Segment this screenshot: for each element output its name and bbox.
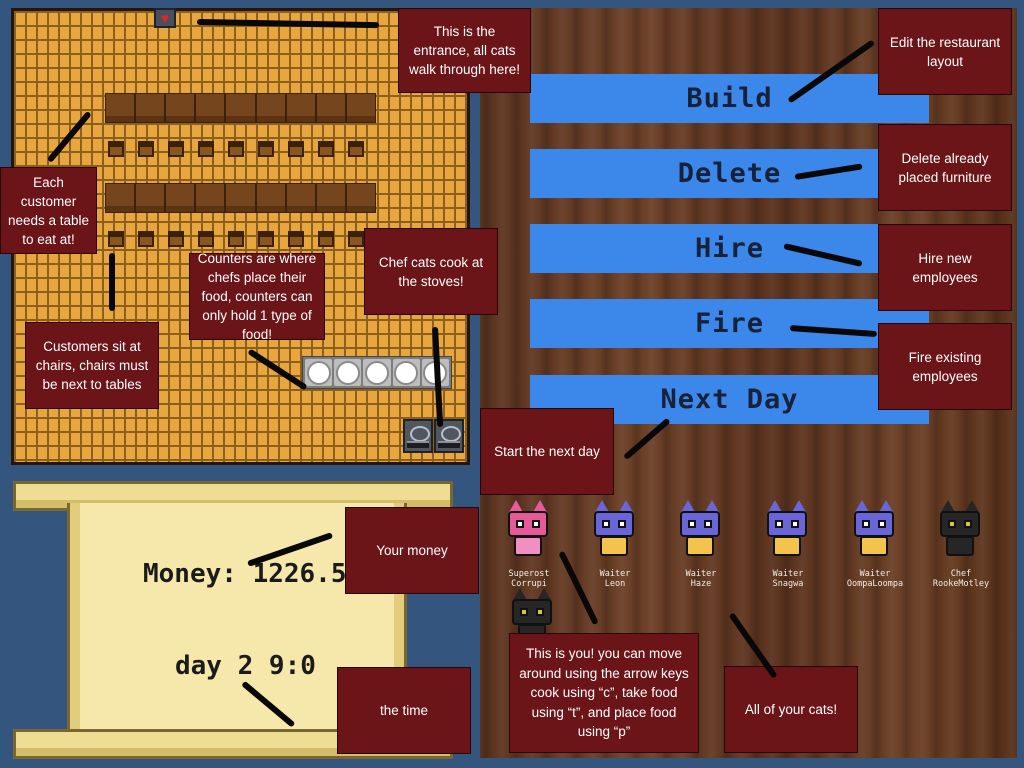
plate-icon	[334, 359, 362, 386]
cat-name-label: Chef RookeMotley	[916, 569, 1006, 589]
chair-row[interactable]	[108, 231, 378, 249]
chair-row[interactable]	[108, 141, 378, 159]
cat-name-label: Waiter Leon	[570, 569, 660, 589]
plate-icon	[392, 359, 420, 386]
callout-build: Edit the restaurant layout	[878, 8, 1012, 95]
cat-name: RookeMotley	[932, 579, 990, 589]
callout-fire: Fire existing employees	[878, 323, 1012, 410]
cat-role: Superost	[508, 569, 550, 579]
stove-icon[interactable]	[403, 419, 433, 453]
callout-delete: Delete already placed furniture	[878, 124, 1012, 211]
callout-hire: Hire new employees	[878, 224, 1012, 311]
money-display: Money: 1226.5	[143, 559, 347, 589]
cat-name: Leon	[604, 579, 626, 589]
callout-money: Your money	[345, 507, 479, 594]
callout-next-day: Start the next day	[480, 408, 614, 495]
callout-stoves: Chef cats cook at the stoves!	[364, 228, 498, 315]
table-row[interactable]	[105, 93, 376, 123]
blue-cat-icon[interactable]	[848, 500, 900, 558]
table-row[interactable]	[105, 183, 376, 213]
callout-counters: Counters are where chefs place their foo…	[189, 251, 325, 342]
cat-role: Waiter	[685, 569, 717, 579]
blue-cat-icon[interactable]	[761, 500, 813, 558]
cat-name: Haze	[690, 579, 712, 589]
callout-player: This is you! you can move around using t…	[509, 633, 699, 753]
delete-button[interactable]: Delete	[530, 149, 929, 198]
connector-line	[109, 253, 115, 311]
callout-entrance: This is the entrance, all cats walk thro…	[398, 8, 531, 93]
fire-button[interactable]: Fire	[530, 299, 929, 348]
day-time-display: day 2 9:0	[175, 651, 316, 681]
cat-role: Chef	[950, 569, 972, 579]
cat-name-label: Waiter OompaLoompa	[830, 569, 920, 589]
plate-icon	[363, 359, 391, 386]
callout-time: the time	[337, 667, 471, 754]
counter-row[interactable]	[302, 356, 452, 389]
build-button[interactable]: Build	[530, 74, 929, 123]
callout-chairs: Customers sit at chairs, chairs must be …	[25, 322, 159, 409]
blue-cat-icon[interactable]	[674, 500, 726, 558]
callout-tables: Each customer needs a table to eat at!	[0, 167, 97, 254]
cat-name-label: Superost Corrupi	[484, 569, 574, 589]
plate-icon	[305, 359, 333, 386]
cat-name: Snagwa	[772, 579, 804, 589]
cat-role: Waiter	[859, 569, 891, 579]
pink-cat-icon[interactable]	[502, 500, 554, 558]
blue-cat-icon[interactable]	[588, 500, 640, 558]
cat-name-label: Waiter Snagwa	[743, 569, 833, 589]
entrance-heart-icon: ♥	[154, 8, 176, 28]
black-cat-icon[interactable]	[934, 500, 986, 558]
cat-name: OompaLoompa	[846, 579, 904, 589]
cat-role: Waiter	[599, 569, 631, 579]
hire-button[interactable]: Hire	[530, 224, 929, 273]
callout-cats: All of your cats!	[724, 666, 858, 753]
cat-role: Waiter	[772, 569, 804, 579]
cat-name-label: Waiter Haze	[656, 569, 746, 589]
